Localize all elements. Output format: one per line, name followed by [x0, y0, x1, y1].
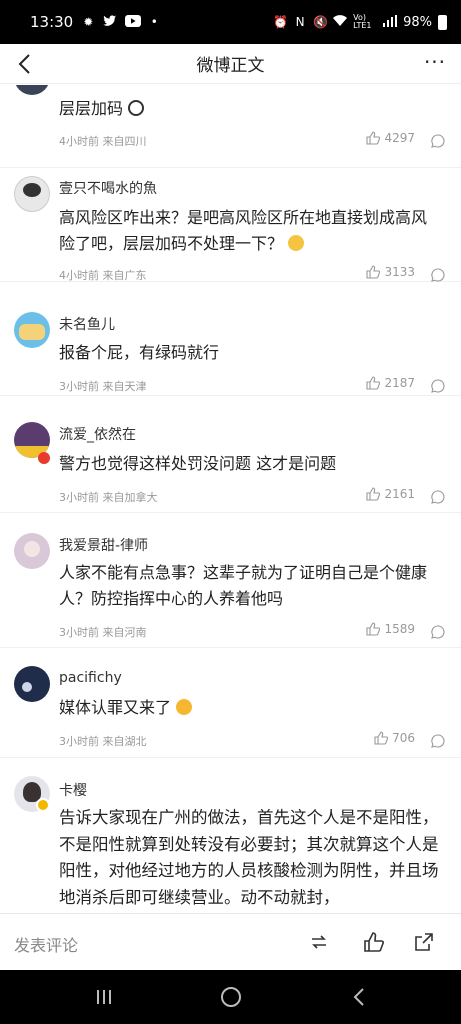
comment-text: 告诉大家现在广州的做法，首先这个人是不是阳性，不是阳性就算到处转没有必要封；其次…: [59, 808, 439, 907]
wifi-icon: [333, 15, 348, 29]
comment-author[interactable]: 壹只不喝水的魚: [59, 178, 157, 198]
repost-icon[interactable]: [308, 931, 330, 953]
thinking-emoji-icon: [288, 235, 305, 251]
comment-time: 4小时前: [59, 269, 99, 282]
share-icon[interactable]: [413, 931, 435, 953]
status-bar: 13:30 ✹ • ⏰ N 🔇 Vo) LTE1 98%: [0, 0, 461, 44]
more-icon[interactable]: ···: [421, 50, 449, 78]
battery-icon: [438, 14, 447, 30]
nav-bar: 微博正文 ···: [0, 44, 461, 84]
network-label: Vo) LTE1: [353, 13, 372, 30]
back-icon[interactable]: [348, 986, 372, 1008]
comment-meta: 3小时前 来自天津: [59, 378, 147, 394]
panda-emoji-icon: [128, 100, 145, 116]
like-icon[interactable]: [363, 931, 385, 953]
avatar[interactable]: [14, 85, 50, 95]
comment-time: 3小时前: [59, 626, 99, 639]
comment-text: 报备个屁，有绿码就行: [59, 343, 220, 362]
home-icon[interactable]: [219, 986, 243, 1008]
verified-badge-icon: [36, 798, 50, 812]
heart-eyes-emoji-icon: [176, 699, 193, 715]
comment-text: 警方也觉得这样处罚没问题 这才是问题: [59, 454, 337, 473]
comment-location: 来自河南: [102, 626, 147, 639]
comment-item: 层层加码 4小时前 来自四川 4297: [0, 85, 461, 168]
comment-item: 未名鱼儿 报备个屁，有绿码就行 3小时前 来自天津 2187: [0, 300, 461, 396]
reply-icon[interactable]: [431, 489, 445, 504]
like-button[interactable]: 3133: [366, 265, 415, 279]
like-button[interactable]: 2187: [366, 376, 415, 390]
comment-author[interactable]: 流爱_依然在: [59, 424, 136, 444]
page-title: 微博正文: [196, 56, 265, 76]
mute-icon: 🔇: [313, 15, 329, 29]
like-button[interactable]: 2161: [366, 487, 415, 501]
sun-icon: ✹: [83, 15, 94, 29]
reply-icon[interactable]: [431, 733, 445, 748]
avatar[interactable]: [14, 666, 50, 702]
thumbs-up-icon: [366, 487, 381, 501]
comment-text: 层层加码: [59, 96, 439, 122]
badge-icon: [38, 452, 50, 464]
reply-icon[interactable]: [431, 133, 445, 148]
bottom-action-bar: 发表评论: [0, 913, 461, 970]
twitter-icon: [103, 15, 117, 29]
dot-icon: •: [150, 15, 158, 29]
avatar[interactable]: [14, 533, 50, 569]
comment-time: 4小时前: [59, 135, 99, 148]
youtube-icon: [125, 15, 142, 29]
thumbs-up-icon: [366, 265, 381, 279]
comment-time: 3小时前: [59, 735, 99, 748]
status-time: 13:30: [30, 13, 74, 31]
system-nav-bar: [0, 970, 461, 1024]
comment-meta: 3小时前 来自加拿大: [59, 489, 158, 505]
alarm-icon: ⏰: [273, 15, 289, 29]
comment-item: 卡樱 告诉大家现在广州的做法，首先这个人是不是阳性，不是阳性就算到处转没有必要封…: [0, 758, 461, 913]
reply-icon[interactable]: [431, 378, 445, 393]
like-button[interactable]: 1589: [366, 622, 415, 636]
recent-apps-icon[interactable]: [92, 986, 116, 1008]
comment-time: 3小时前: [59, 380, 99, 393]
comment-item: 我爱景甜-律师 人家不能有点急事？这辈子就为了证明自己是个健康人？防控指挥中心的…: [0, 513, 461, 648]
reply-icon[interactable]: [431, 267, 445, 282]
avatar[interactable]: [14, 176, 50, 212]
comment-meta: 3小时前 来自河南: [59, 624, 147, 640]
comment-item: pacifichy 媒体认罪又来了 3小时前 来自湖北 706: [0, 648, 461, 758]
comment-author[interactable]: 我爱景甜-律师: [59, 535, 148, 555]
avatar[interactable]: [14, 312, 50, 348]
comment-location: 来自天津: [102, 380, 147, 393]
comment-text: 人家不能有点急事？这辈子就为了证明自己是个健康人？防控指挥中心的人养着他吗: [59, 563, 428, 608]
comment-location: 来自广东: [102, 269, 147, 282]
comment-item: 壹只不喝水的魚 高风险区咋出来？是吧高风险区所在地直接划成高风险了吧，层层加码不…: [0, 168, 461, 282]
comment-time: 3小时前: [59, 491, 99, 504]
thumbs-up-icon: [366, 131, 381, 145]
comment-meta: 4小时前 来自四川: [59, 133, 147, 149]
comment-author[interactable]: pacifichy: [59, 670, 122, 686]
comment-list[interactable]: 层层加码 4小时前 来自四川 4297 壹只不喝水的魚 高风险区咋出来？是吧高风…: [0, 85, 461, 913]
comment-meta: 4小时前 来自广东: [59, 267, 147, 283]
nfc-icon: N: [295, 15, 305, 29]
thumbs-up-icon: [366, 622, 381, 636]
comment-text: 媒体认罪又来了: [59, 695, 439, 721]
comment-item: 流爱_依然在 警方也觉得这样处罚没问题 这才是问题 3小时前 来自加拿大 216…: [0, 410, 461, 513]
battery-percent: 98%: [403, 14, 432, 30]
like-button[interactable]: 4297: [366, 131, 415, 145]
reply-icon[interactable]: [431, 624, 445, 639]
comment-location: 来自加拿大: [102, 491, 158, 504]
comment-input[interactable]: 发表评论: [14, 932, 78, 956]
comment-author[interactable]: 未名鱼儿: [59, 314, 115, 334]
like-button[interactable]: 706: [374, 731, 415, 745]
signal-icon: [383, 15, 398, 29]
thumbs-up-icon: [374, 731, 389, 745]
comment-meta: 3小时前 来自湖北: [59, 733, 147, 749]
comment-text: 高风险区咋出来？是吧高风险区所在地直接划成高风险了吧，层层加码不处理一下？: [59, 208, 428, 253]
chevron-left-icon[interactable]: [12, 50, 40, 78]
thumbs-up-icon: [366, 376, 381, 390]
comment-location: 来自四川: [102, 135, 147, 148]
comment-location: 来自湖北: [102, 735, 147, 748]
comment-author[interactable]: 卡樱: [59, 780, 87, 800]
